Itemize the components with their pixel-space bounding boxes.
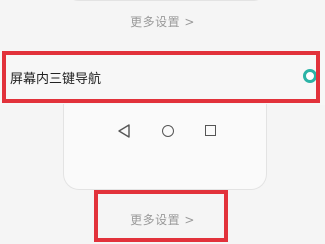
home-circle-icon <box>162 125 174 137</box>
radio-button-selected[interactable] <box>303 69 317 83</box>
more-settings-link-bottom[interactable]: 更多设置 > <box>0 211 325 228</box>
option-label: 屏幕内三键导航 <box>10 72 102 87</box>
more-settings-link-top[interactable]: 更多设置 > <box>0 13 325 30</box>
preview-card-top <box>63 0 269 1</box>
option-row-three-key-nav[interactable]: 屏幕内三键导航 <box>0 50 325 105</box>
nav-preview-bar <box>71 118 257 144</box>
back-triangle-icon <box>118 124 130 138</box>
recent-square-icon <box>205 125 216 136</box>
nav-preview-frame <box>63 104 267 190</box>
